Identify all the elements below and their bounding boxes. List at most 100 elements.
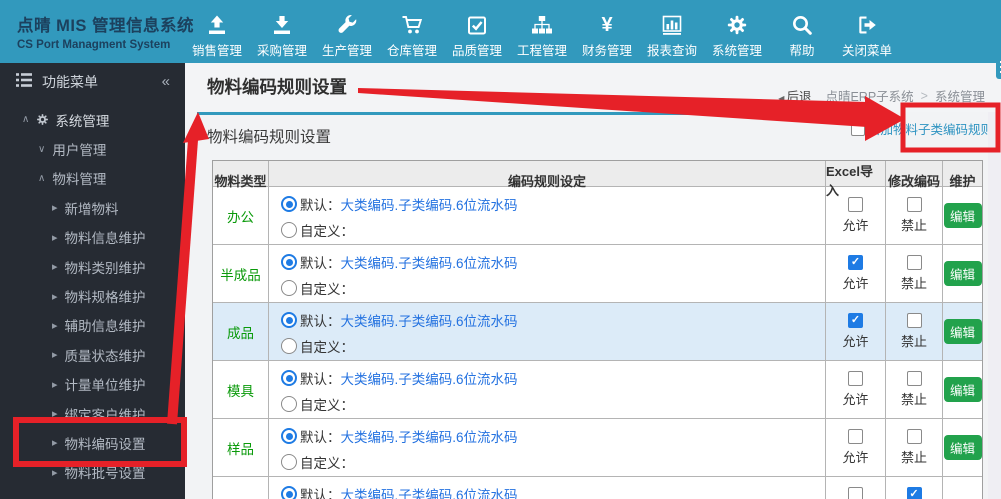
yen-icon: ¥	[601, 14, 613, 36]
forbid-label: 禁止	[900, 392, 927, 407]
excel-import-checkbox[interactable]	[848, 487, 863, 499]
custom-rule-label: 自定义：	[300, 340, 354, 355]
modify-code-checkbox[interactable]	[906, 313, 922, 328]
nav-sales[interactable]: 销售管理	[188, 13, 246, 59]
sidebar-item[interactable]: ▸ 物料编码设置	[0, 428, 185, 457]
sidebar-item-label: 物料编码设置	[64, 436, 146, 452]
sidebar-item[interactable]: ▸ 物料规格维护	[0, 281, 185, 310]
add-subclass-rule-label[interactable]: 增加物料子类编码规则	[868, 119, 993, 138]
excel-import-checkbox[interactable]	[848, 429, 863, 444]
nav-close-menu[interactable]: 关闭菜单	[838, 13, 896, 59]
corner-menu-tab[interactable]	[996, 55, 1001, 79]
breadcrumb-link-system[interactable]: 系统管理	[935, 86, 985, 105]
nav-help[interactable]: 帮助	[773, 13, 831, 59]
custom-rule-radio[interactable]	[281, 280, 297, 296]
custom-rule-option: 自定义：	[281, 452, 825, 472]
custom-rule-radio[interactable]	[281, 338, 297, 354]
sidebar-item[interactable]: ∨ 用户管理	[0, 134, 185, 163]
top-navigation-bar: 点晴 MIS 管理信息系统 CS Port Managment System 销…	[0, 0, 1001, 63]
nav-label: 财务管理	[581, 44, 632, 58]
rule-cell: 默认： 大类编码.子类编码.6位流水码 自定义：	[269, 419, 826, 476]
default-rule-radio[interactable]	[281, 370, 297, 386]
default-rule-radio[interactable]	[281, 428, 297, 444]
sidebar-item[interactable]: ▸ 计量单位维护	[0, 370, 185, 399]
excel-import-checkbox[interactable]	[848, 197, 863, 212]
sidebar-item[interactable]: ▸ 物料批号设置	[0, 458, 185, 487]
edit-button[interactable]: 编辑	[943, 435, 982, 460]
rule-pattern-link[interactable]: 大类编码.子类编码.6位流水码	[341, 310, 518, 330]
sidebar-item[interactable]: ▸ 物料信息维护	[0, 223, 185, 252]
sidebar: 功能菜单 « ∧ 系统管理 ∨ 用户管理 ∧ 物料管理 ▸ 新增物料 ▸ 物料信…	[0, 63, 185, 499]
tree-marker-icon: ▸	[52, 378, 58, 391]
custom-rule-radio[interactable]	[281, 222, 297, 238]
modify-code-checkbox[interactable]	[906, 429, 922, 444]
nav-purchase[interactable]: 采购管理	[253, 13, 311, 59]
tree-marker-icon: ▸	[52, 349, 58, 362]
edit-button[interactable]: 编辑	[943, 261, 982, 286]
main-content: 物料编码规则设置 ◀ 后退 点晴ERP子系统 > 系统管理 物料编码规则设置 增加…	[185, 63, 1001, 499]
sidebar-item[interactable]: ▸ 辅助信息维护	[0, 311, 185, 340]
sidebar-item[interactable]: ▸ 物料类别维护	[0, 252, 185, 281]
back-button[interactable]: ◀ 后退	[778, 86, 811, 105]
top-nav-menu: 销售管理 采购管理 生产管理 仓库管理 品质管理 工程管理 ¥ 财务管理 报表查…	[188, 4, 903, 59]
sidebar-item[interactable]: ▸ 新增物料	[0, 193, 185, 222]
default-rule-radio[interactable]	[281, 254, 297, 270]
download-icon	[271, 13, 293, 37]
sidebar-collapse-button[interactable]: «	[162, 73, 170, 90]
default-rule-option: 默认： 大类编码.子类编码.6位流水码	[281, 426, 825, 446]
sidebar-item-label: 物料管理	[52, 172, 107, 188]
edit-button[interactable]: 编辑	[943, 319, 982, 344]
excel-import-checkbox[interactable]	[848, 255, 863, 270]
breadcrumb-link-erp[interactable]: 点晴ERP子系统	[825, 86, 913, 105]
add-subclass-rule-checkbox[interactable]	[850, 121, 865, 136]
nav-finance[interactable]: ¥ 财务管理	[578, 13, 636, 59]
nav-warehouse[interactable]: 仓库管理	[383, 13, 441, 59]
material-type-label: 成品	[213, 303, 269, 360]
rule-pattern-link[interactable]: 大类编码.子类编码.6位流水码	[341, 194, 518, 214]
nav-quality[interactable]: 品质管理	[448, 13, 506, 59]
nav-system[interactable]: 系统管理	[708, 13, 766, 59]
tree-marker-icon: ▸	[52, 231, 58, 244]
maintain-cell: 编辑	[943, 187, 982, 244]
rule-pattern-link[interactable]: 大类编码.子类编码.6位流水码	[341, 484, 518, 499]
rule-pattern-link[interactable]: 大类编码.子类编码.6位流水码	[341, 252, 518, 272]
excel-import-checkbox[interactable]	[848, 313, 863, 328]
nav-production[interactable]: 生产管理	[318, 13, 376, 59]
edit-button[interactable]: 编辑	[943, 377, 982, 402]
rule-cell: 默认： 大类编码.子类编码.6位流水码 自定义：	[269, 187, 826, 244]
sidebar-item[interactable]: ▸ 质量状态维护	[0, 340, 185, 369]
nav-reports[interactable]: 报表查询	[643, 13, 701, 59]
tree-marker-icon: ∧	[38, 172, 46, 184]
sidebar-item[interactable]: ▸ 绑定客户维护	[0, 399, 185, 428]
nav-label: 品质管理	[451, 44, 502, 58]
app-window: 点晴 MIS 管理信息系统 CS Port Managment System 销…	[0, 0, 1001, 499]
scrollbar-track[interactable]	[988, 112, 1001, 499]
rule-pattern-link[interactable]: 大类编码.子类编码.6位流水码	[341, 426, 518, 446]
nav-engineering[interactable]: 工程管理	[513, 13, 571, 59]
sidebar-item-label: 系统管理	[55, 113, 110, 129]
default-rule-radio[interactable]	[281, 196, 297, 212]
custom-rule-radio[interactable]	[281, 454, 297, 470]
tree-marker-icon: ▸	[52, 437, 58, 450]
custom-rule-radio[interactable]	[281, 396, 297, 412]
maintain-cell: 编辑	[943, 245, 982, 302]
check-square-icon	[466, 13, 488, 37]
excel-import-checkbox[interactable]	[848, 371, 863, 386]
modify-code-checkbox[interactable]	[906, 371, 922, 386]
sidebar-item[interactable]: ∧ 系统管理	[0, 105, 185, 134]
modify-code-checkbox[interactable]	[906, 255, 922, 270]
section-title: 物料编码规则设置	[207, 129, 332, 146]
material-type-label: 模具	[213, 361, 269, 418]
default-rule-radio[interactable]	[281, 486, 297, 499]
edit-button[interactable]: 编辑	[943, 203, 982, 228]
rule-pattern-link[interactable]: 大类编码.子类编码.6位流水码	[341, 368, 518, 388]
default-rule-option: 默认： 大类编码.子类编码.6位流水码	[281, 484, 825, 499]
modify-code-checkbox[interactable]	[906, 197, 922, 212]
default-rule-radio[interactable]	[281, 312, 297, 328]
table-row: 成品 默认： 大类编码.子类编码.6位流水码 自定义： ✓ 允许 禁止 编辑	[213, 303, 982, 361]
sidebar-item[interactable]: ∧ 物料管理	[0, 164, 185, 193]
table-row: 半成品 默认： 大类编码.子类编码.6位流水码 自定义： ✓ 允许 禁止 编辑	[213, 245, 982, 303]
breadcrumb: ◀ 后退 点晴ERP子系统 > 系统管理	[778, 86, 985, 105]
modify-code-checkbox[interactable]	[906, 487, 922, 499]
material-type-label: 样品	[213, 419, 269, 476]
